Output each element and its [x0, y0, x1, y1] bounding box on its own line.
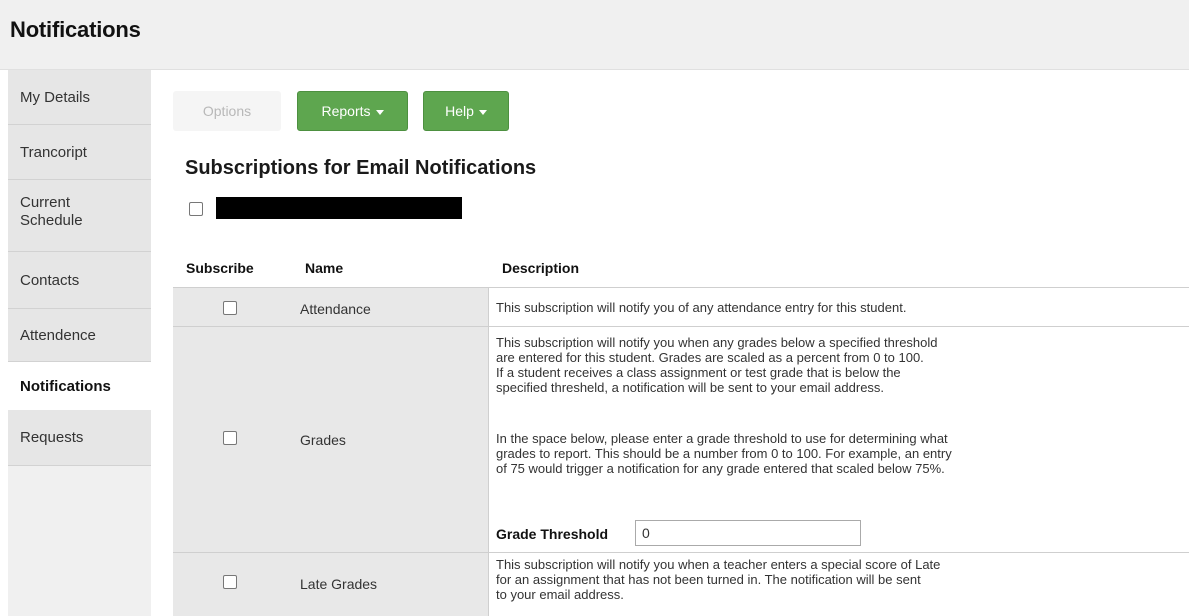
page-title: Notifications [10, 17, 141, 42]
options-button-label: Options [202, 103, 252, 119]
options-button[interactable]: Options [173, 91, 281, 131]
sidebar-nav: My Details Trancoript Current Schedule C… [0, 70, 151, 616]
sidebar-item-contacts[interactable]: Contacts [8, 252, 151, 309]
main-content: Options Reports Help Subscriptions for E… [151, 70, 1189, 616]
section-title: Subscriptions for Email Notifications [185, 157, 537, 179]
top-header: Notifications [0, 0, 1189, 70]
row-name-grades: Grades [300, 432, 346, 448]
row-description-attendance: This subscription will notify you of any… [496, 300, 907, 315]
redacted-student-name [216, 197, 462, 219]
grade-threshold-label: Grade Threshold [496, 526, 609, 542]
row-description-grades-instructions: In the space below, please enter a grade… [496, 431, 952, 476]
row-description-late-grades: This subscription will notify you when a… [496, 557, 941, 602]
sidebar-item-attendance[interactable]: Attendence [8, 309, 151, 362]
sidebar-item-my-details[interactable]: My Details [8, 70, 151, 125]
column-header-name: Name [305, 260, 344, 276]
subscribe-checkbox-late-grades[interactable] [223, 575, 237, 589]
row-name-attendance: Attendance [300, 301, 371, 317]
sidebar-item-requests[interactable]: Requests [8, 410, 151, 466]
row-description-grades-intro: This subscription will notify you when a… [496, 335, 938, 395]
sidebar-background [8, 466, 151, 616]
subscribe-checkbox-grades[interactable] [223, 431, 237, 445]
chevron-down-icon [478, 109, 487, 115]
select-all-checkbox[interactable] [189, 202, 203, 216]
reports-dropdown-button[interactable]: Reports [297, 91, 408, 131]
subscribe-checkbox-attendance[interactable] [223, 301, 237, 315]
row-name-late-grades: Late Grades [300, 576, 378, 592]
chevron-down-icon [375, 109, 384, 115]
sidebar-item-transcript[interactable]: Trancoript [8, 125, 151, 180]
help-button-label: Help [445, 103, 474, 119]
sidebar-item-notifications[interactable]: Notifications [0, 362, 151, 410]
grade-threshold-input[interactable] [635, 520, 861, 546]
sidebar-item-current-schedule[interactable]: Current Schedule [8, 180, 151, 252]
column-header-subscribe: Subscribe [186, 260, 254, 276]
help-dropdown-button[interactable]: Help [423, 91, 509, 131]
reports-button-label: Reports [321, 103, 371, 119]
column-header-description: Description [502, 260, 580, 276]
